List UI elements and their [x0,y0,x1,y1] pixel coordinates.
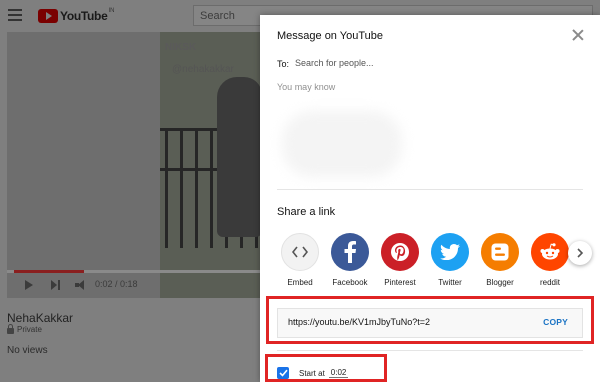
divider [277,189,583,190]
video-player[interactable]: NIKSK @nehakakkar [7,32,260,298]
share-twitter[interactable]: Twitter [427,233,473,287]
share-embed-label: Embed [287,278,313,287]
share-facebook[interactable]: Facebook [327,233,373,287]
share-blogger[interactable]: Blogger [477,233,523,287]
video-subject [217,77,260,237]
suggestions-heading: You may know [277,82,336,92]
progress-bar-fill [14,270,84,273]
pinterest-icon [381,233,419,271]
facebook-icon [331,233,369,271]
recipient-search-input[interactable] [295,54,575,72]
share-reddit[interactable]: reddit [527,233,573,287]
youtube-play-icon [38,9,58,23]
privacy-badge: Private [7,323,42,334]
volume-icon[interactable] [75,280,86,290]
privacy-label: Private [17,325,42,334]
reddit-icon [531,233,569,271]
next-icon[interactable] [51,280,61,290]
share-reddit-label: reddit [539,278,560,287]
highlight-box-link [266,296,594,344]
share-blogger-label: Blogger [486,278,514,287]
logo-region: IN [108,8,115,14]
blogger-icon [481,233,519,271]
hamburger-menu-icon[interactable] [8,9,22,21]
suggested-contacts[interactable] [282,111,402,177]
divider [277,350,583,351]
highlight-box-start [265,354,387,382]
logo-text: YouTube [60,9,108,23]
twitter-icon [431,233,469,271]
lock-icon [7,323,14,334]
view-count: No views [7,345,48,356]
dialog-title: Message on YouTube [277,30,384,42]
video-watermark: NIKSK [165,42,197,53]
share-twitter-label: Twitter [438,278,462,287]
player-controls: 0:02 / 0:18 [7,276,260,296]
close-icon[interactable] [571,28,585,42]
play-icon[interactable] [25,280,33,290]
to-label: To: [277,59,290,69]
video-handle: @nehakakkar [172,64,234,75]
time-display: 0:02 / 0:18 [95,279,138,289]
video-title[interactable]: NehaKakkar [7,311,73,325]
youtube-logo[interactable]: YouTube IN [38,8,114,24]
share-heading: Share a link [277,206,336,218]
share-facebook-label: Facebook [332,278,368,287]
share-embed[interactable]: Embed [277,233,323,287]
share-pinterest-label: Pinterest [384,278,416,287]
share-next-button[interactable] [568,241,592,265]
share-pinterest[interactable]: Pinterest [377,233,423,287]
chevron-right-icon [577,248,584,258]
embed-icon [281,233,319,271]
